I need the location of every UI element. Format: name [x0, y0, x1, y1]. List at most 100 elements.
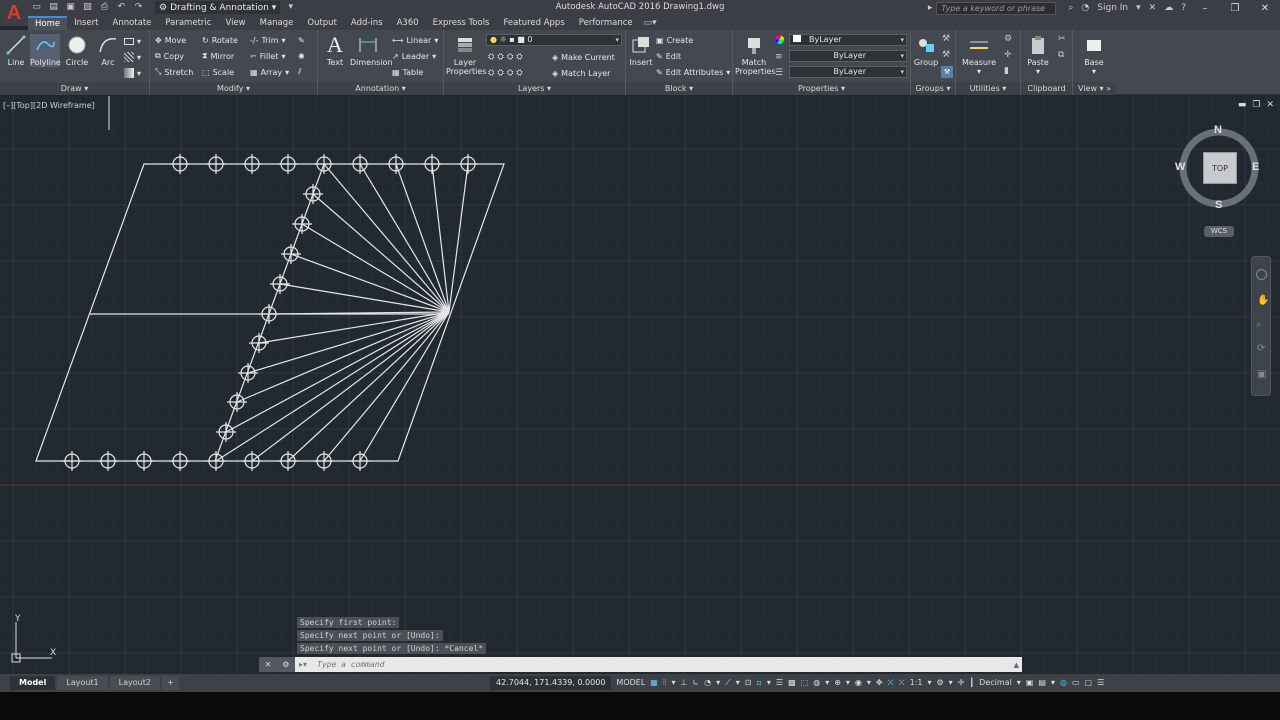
edit-block-button[interactable]: ✎ Edit — [656, 49, 681, 63]
minimize-button[interactable]: – — [1190, 3, 1220, 14]
open-icon[interactable]: ▤ — [47, 1, 60, 14]
gizmo-icon[interactable]: ✥ — [876, 676, 883, 690]
modify-panel-title[interactable]: Modify ▾ — [150, 82, 317, 95]
circle-button[interactable]: Circle — [62, 34, 92, 67]
dynamic-ucs-icon[interactable]: ⊕ — [834, 676, 841, 690]
tab-insert[interactable]: Insert — [67, 16, 105, 30]
steering-wheel-icon[interactable] — [1256, 269, 1267, 280]
layout1-tab[interactable]: Layout1 — [57, 676, 108, 690]
add-layout-button[interactable]: + — [161, 676, 179, 690]
plot-icon[interactable]: ⎙ — [98, 1, 111, 14]
calculator-icon[interactable]: ▮ — [1004, 66, 1009, 76]
search-expand-icon[interactable]: ▸ — [928, 3, 933, 13]
base-button[interactable]: Base ▾ — [1079, 34, 1109, 76]
a360-icon[interactable]: ☁ — [1164, 3, 1173, 13]
erase-button[interactable]: ✎ — [298, 33, 305, 47]
clipboard-panel-title[interactable]: Clipboard — [1021, 82, 1072, 95]
workspace-dropdown[interactable]: ⚙ Drafting & Annotation ▾ — [155, 1, 281, 14]
viewcube-north[interactable]: N — [1214, 124, 1222, 136]
quick-select-icon[interactable]: ⚙ — [1004, 34, 1012, 44]
model-tab[interactable]: Model — [10, 676, 56, 690]
isodraft-icon[interactable]: ⟋ — [725, 676, 731, 690]
chevron-down-icon[interactable]: ▾ — [949, 676, 953, 690]
match-properties-button[interactable]: Match Properties — [735, 34, 775, 76]
annotation-visibility-icon[interactable]: ⛌ — [888, 676, 894, 690]
viewcube[interactable]: TOP N S E W — [1172, 122, 1268, 218]
binoculars-icon[interactable]: ⌕ — [1068, 3, 1073, 13]
linetype-dropdown[interactable]: ByLayer ▾ — [789, 66, 907, 78]
table-button[interactable]: ▦ Table — [392, 65, 423, 79]
stretch-button[interactable]: ⤡ Stretch — [155, 65, 193, 79]
edit-attributes-button[interactable]: ✎ Edit Attributes ▾ — [656, 65, 730, 79]
scale-button[interactable]: ⬚ Scale — [202, 65, 234, 79]
isolate-objects-icon[interactable]: ◎ — [1060, 676, 1067, 690]
object-snap-icon[interactable]: ▫ — [756, 676, 761, 690]
chevron-down-icon[interactable]: ▾ — [846, 676, 850, 690]
array-button[interactable]: ▦ Array ▾ — [250, 65, 289, 79]
utilities-panel-title[interactable]: Utilities ▾ — [956, 82, 1020, 95]
linear-button[interactable]: ⟷ Linear ▾ — [392, 33, 438, 47]
text-button[interactable]: A Text — [320, 34, 350, 68]
groups-panel-title[interactable]: Groups ▾ — [911, 82, 955, 95]
showmotion-icon[interactable]: ▣ — [1257, 369, 1266, 380]
close-command-line-icon[interactable]: ✕ — [265, 660, 272, 669]
search-input[interactable]: Type a keyword or phrase — [936, 1, 1057, 15]
chevron-down-icon[interactable]: ▾ — [825, 676, 829, 690]
id-point-icon[interactable]: ✛ — [1004, 50, 1012, 60]
tab-add-ins[interactable]: Add-ins — [344, 16, 390, 30]
tab-view[interactable]: View — [218, 16, 252, 30]
dimension-button[interactable]: Dimension — [350, 34, 393, 67]
layout2-tab[interactable]: Layout2 — [109, 676, 160, 690]
transparency-icon[interactable]: ▩ — [788, 676, 796, 690]
copy-button[interactable]: ⧉ Copy — [155, 49, 184, 63]
rotate-button[interactable]: ↻ Rotate — [202, 33, 238, 47]
fillet-button[interactable]: ⌐ Fillet ▾ — [250, 49, 285, 63]
help-icon[interactable]: ? — [1181, 3, 1186, 13]
layer-thaw-icon[interactable]: ⛭ — [507, 68, 513, 78]
layer-freeze-icon[interactable]: ⛭ — [507, 52, 513, 62]
close-button[interactable]: ✕ — [1250, 3, 1280, 14]
viewcube-top-face[interactable]: TOP — [1203, 152, 1237, 184]
restore-button[interactable]: ❐ — [1220, 3, 1250, 14]
save-icon[interactable]: ▣ — [64, 1, 77, 14]
ortho-icon[interactable]: ∟ — [692, 676, 699, 690]
annotation-panel-title[interactable]: Annotation ▾ — [318, 82, 443, 95]
tab-featured-apps[interactable]: Featured Apps — [497, 16, 572, 30]
tab-express-tools[interactable]: Express Tools — [426, 16, 497, 30]
layer-dropdown[interactable]: ● ☼ ▪ ■ 0 ▾ — [486, 34, 622, 46]
view-panel-title[interactable]: View ▾ » — [1073, 82, 1116, 95]
sign-in-link[interactable]: Sign In — [1097, 3, 1128, 13]
tab-a360[interactable]: A360 — [390, 16, 426, 30]
units-dropdown[interactable]: Decimal — [979, 676, 1012, 690]
chevron-down-icon[interactable]: ▾ — [867, 676, 871, 690]
object-snap-tracking-icon[interactable]: ⊡ — [745, 676, 752, 690]
trim-button[interactable]: -/- Trim ▾ — [250, 33, 286, 47]
tab-annotate[interactable]: Annotate — [106, 16, 159, 30]
properties-panel-title[interactable]: Properties ▾ — [733, 82, 910, 95]
application-menu-button[interactable]: A — [0, 0, 28, 26]
chevron-down-icon[interactable]: ▾ — [716, 676, 720, 690]
layer-properties-button[interactable]: Layer Properties — [446, 34, 486, 76]
ribbon-display-toggle-icon[interactable]: ▭▾ — [640, 16, 661, 30]
arc-button[interactable]: Arc — [93, 34, 123, 67]
lineweight-dropdown[interactable]: ByLayer ▾ — [789, 50, 907, 62]
auto-scale-icon[interactable]: ⛌ — [899, 676, 905, 690]
chevron-down-icon[interactable]: ▾ — [1051, 676, 1055, 690]
cut-icon[interactable]: ✂ — [1058, 34, 1066, 44]
lineweight-toggle-icon[interactable]: ☰ — [776, 676, 783, 690]
zoom-icon[interactable]: ⌕ — [1256, 319, 1262, 330]
tab-manage[interactable]: Manage — [253, 16, 301, 30]
match-layer-button[interactable]: ◈ Match Layer — [552, 66, 610, 80]
chevron-down-icon[interactable]: ▾ — [1136, 3, 1141, 13]
new-icon[interactable]: ▭ — [30, 1, 43, 14]
layer-on-icon[interactable]: ⛭ — [488, 68, 494, 78]
chevron-down-icon[interactable]: ▾ — [767, 676, 771, 690]
chevron-down-icon[interactable]: ▾ — [736, 676, 740, 690]
line-button[interactable]: Line — [1, 34, 31, 67]
insert-button[interactable]: Insert — [626, 34, 656, 67]
explode-button[interactable]: ✺ — [298, 49, 305, 63]
chevron-down-icon[interactable]: ▾ — [927, 676, 931, 690]
grid-icon[interactable]: ▦ — [650, 676, 658, 690]
lock-ui-icon[interactable]: ▤ — [1038, 676, 1046, 690]
hatch-button[interactable]: ▾ — [124, 50, 141, 64]
